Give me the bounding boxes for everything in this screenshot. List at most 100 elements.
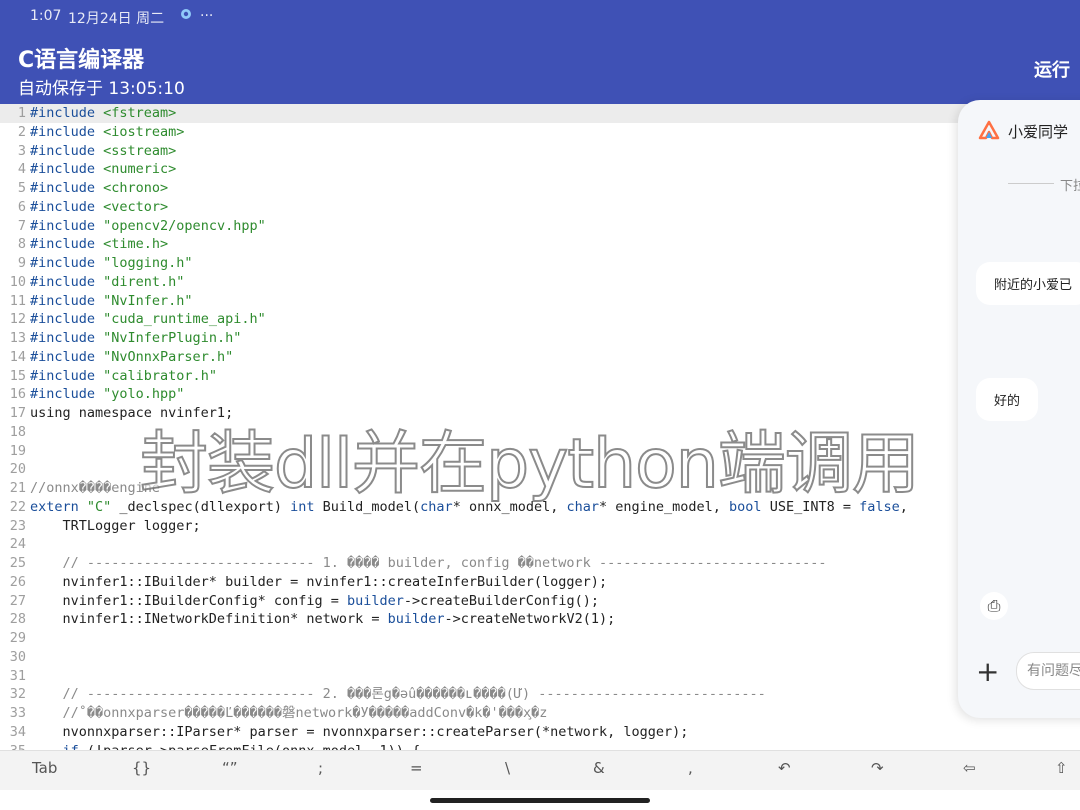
toolbar-key[interactable]: Tab (32, 759, 57, 777)
toolbar-key[interactable]: ⇧ (1055, 759, 1068, 777)
code-token: // ---------------------------- 1. ���� … (30, 555, 827, 571)
browser-icon (180, 6, 192, 24)
code-line[interactable]: 7 #include "opencv2/opencv.hpp" (0, 217, 1080, 236)
code-text: #include "opencv2/opencv.hpp" (30, 217, 266, 236)
code-line[interactable]: 27 nvinfer1::IBuilderConfig* config = bu… (0, 592, 1080, 611)
code-token: <iostream> (103, 123, 185, 140)
code-line[interactable]: 16 #include "yolo.hpp" (0, 385, 1080, 404)
line-number: 24 (9, 536, 26, 553)
code-line[interactable]: 8 #include <time.h> (0, 235, 1080, 254)
code-token: #include (30, 330, 104, 346)
line-number: 31 (9, 667, 26, 684)
code-token: ->createNetworkV2(1); (444, 611, 616, 628)
toolbar-key[interactable]: , (688, 759, 693, 777)
toolbar-key[interactable]: \ (505, 759, 510, 777)
navigation-bar (0, 790, 1080, 810)
code-line[interactable]: 3 #include <sstream> (0, 142, 1080, 161)
code-token: "cuda_runtime_api.h" (103, 311, 266, 328)
code-line[interactable]: 29 (0, 629, 1080, 648)
toolbar-key[interactable]: ⇦ (963, 759, 976, 777)
code-token: <fstream> (103, 105, 177, 121)
code-text: #include "NvOnnxParser.h" (30, 348, 233, 367)
code-line[interactable]: 30 (0, 648, 1080, 667)
code-line[interactable]: 33 //˚��onnxparser�����Ľ������磐network�У… (0, 704, 1080, 723)
toolbar-key[interactable]: & (593, 759, 605, 777)
code-line[interactable]: 4 #include <numeric> (0, 160, 1080, 179)
code-line[interactable]: 1 #include <fstream> (0, 104, 1080, 123)
code-line[interactable]: 2 #include <iostream> (0, 123, 1080, 142)
code-line[interactable]: 9 #include "logging.h" (0, 254, 1080, 273)
line-number: 32 (9, 686, 26, 703)
code-token: "NvOnnxParser.h" (103, 348, 234, 365)
code-token: #include (30, 255, 104, 271)
line-number: 18 (9, 423, 26, 440)
code-text: #include "cuda_runtime_api.h" (30, 310, 266, 329)
toolbar-key[interactable]: ↶ (778, 759, 791, 777)
code-token: nvinfer1::IBuilder* builder = nvinfer1::… (30, 573, 608, 590)
line-number: 21 (9, 480, 26, 496)
line-number: 22 (9, 498, 26, 515)
code-line[interactable]: 32 // ---------------------------- 2. ��… (0, 685, 1080, 704)
line-number: 11 (9, 292, 26, 309)
code-line[interactable]: 12 #include "cuda_runtime_api.h" (0, 310, 1080, 329)
code-line[interactable]: 28 nvinfer1::INetworkDefinition* network… (0, 610, 1080, 629)
code-text: #include "NvInferPlugin.h" (30, 329, 241, 348)
code-token: "yolo.hpp" (103, 386, 185, 403)
code-line[interactable]: 5 #include <chrono> (0, 179, 1080, 198)
code-text: #include <time.h> (30, 235, 168, 254)
code-line[interactable]: 10 #include "dirent.h" (0, 273, 1080, 292)
code-text: nvinfer1::IBuilderConfig* config = build… (30, 592, 599, 611)
code-line[interactable]: 15 #include "calibrator.h" (0, 367, 1080, 386)
code-token: ->createBuilderConfig(); (403, 592, 599, 609)
code-text: // ---------------------------- 1. ���� … (30, 554, 827, 573)
code-line[interactable]: 26 nvinfer1::IBuilder* builder = nvinfer… (0, 573, 1080, 592)
code-token: nvinfer1::IBuilderConfig* config = (30, 592, 347, 609)
toolbar-key[interactable]: ↷ (871, 759, 884, 777)
code-token: <vector> (103, 198, 169, 215)
code-line[interactable]: 6 #include <vector> (0, 198, 1080, 217)
code-token: TRTLogger logger; (30, 517, 201, 534)
code-line[interactable]: 25 // ---------------------------- 1. ��… (0, 554, 1080, 573)
code-line[interactable]: 34 nvonnxparser::IParser* parser = nvonn… (0, 723, 1080, 742)
code-line[interactable]: 13 #include "NvInferPlugin.h" (0, 329, 1080, 348)
line-number: 19 (9, 442, 26, 459)
code-token: <chrono> (103, 180, 169, 196)
code-line[interactable]: 35 if (!parser->parseFromFile(onnx_model… (0, 742, 1080, 751)
code-line[interactable]: 14 #include "NvOnnxParser.h" (0, 348, 1080, 367)
status-time: 1:07 (30, 8, 62, 24)
home-handle[interactable] (430, 798, 650, 803)
code-text: TRTLogger logger; (30, 517, 201, 536)
code-token: "opencv2/opencv.hpp" (103, 217, 266, 234)
run-button[interactable]: 运行 (1034, 56, 1070, 82)
code-line[interactable]: 11 #include "NvInfer.h" (0, 292, 1080, 311)
autosave-status: 自动保存于 13:05:10 (18, 79, 185, 99)
code-text: #include <sstream> (30, 142, 176, 161)
code-token: extern (30, 498, 87, 515)
code-line[interactable]: 31 (0, 667, 1080, 686)
line-number: 5 (17, 180, 26, 196)
code-line[interactable]: 23 TRTLogger logger; (0, 517, 1080, 536)
toolbar-key[interactable]: “” (222, 759, 238, 777)
line-number: 15 (9, 367, 26, 384)
code-line[interactable]: 24 (0, 535, 1080, 554)
video-watermark-text: 封装dll并在python端调用 (139, 424, 921, 505)
code-token: <time.h> (103, 236, 169, 253)
code-token: if (63, 743, 79, 751)
code-token: "calibrator.h" (103, 367, 217, 384)
status-more: ··· (200, 8, 214, 24)
code-token: #include (30, 273, 104, 290)
line-number: 25 (9, 555, 26, 571)
app-bar: C语言编译器 自动保存于 13:05:10 运行 (0, 32, 1080, 104)
toolbar-key[interactable]: = (410, 759, 423, 777)
pin-icon[interactable]: ⎙ (980, 592, 1008, 620)
add-icon[interactable]: + (976, 655, 999, 688)
code-token: #include (30, 217, 104, 234)
ask-input[interactable]: 有问题尽 (1016, 652, 1080, 690)
line-number: 1 (17, 105, 26, 121)
assistant-panel[interactable]: 小爱同学 下拉 附近的小爱已 好的 ⎙ + 有问题尽 (958, 100, 1080, 718)
code-token: #include (30, 348, 104, 365)
toolbar-key[interactable]: {} (132, 759, 151, 777)
code-text: #include <iostream> (30, 123, 184, 142)
toolbar-key[interactable]: ; (318, 759, 323, 777)
